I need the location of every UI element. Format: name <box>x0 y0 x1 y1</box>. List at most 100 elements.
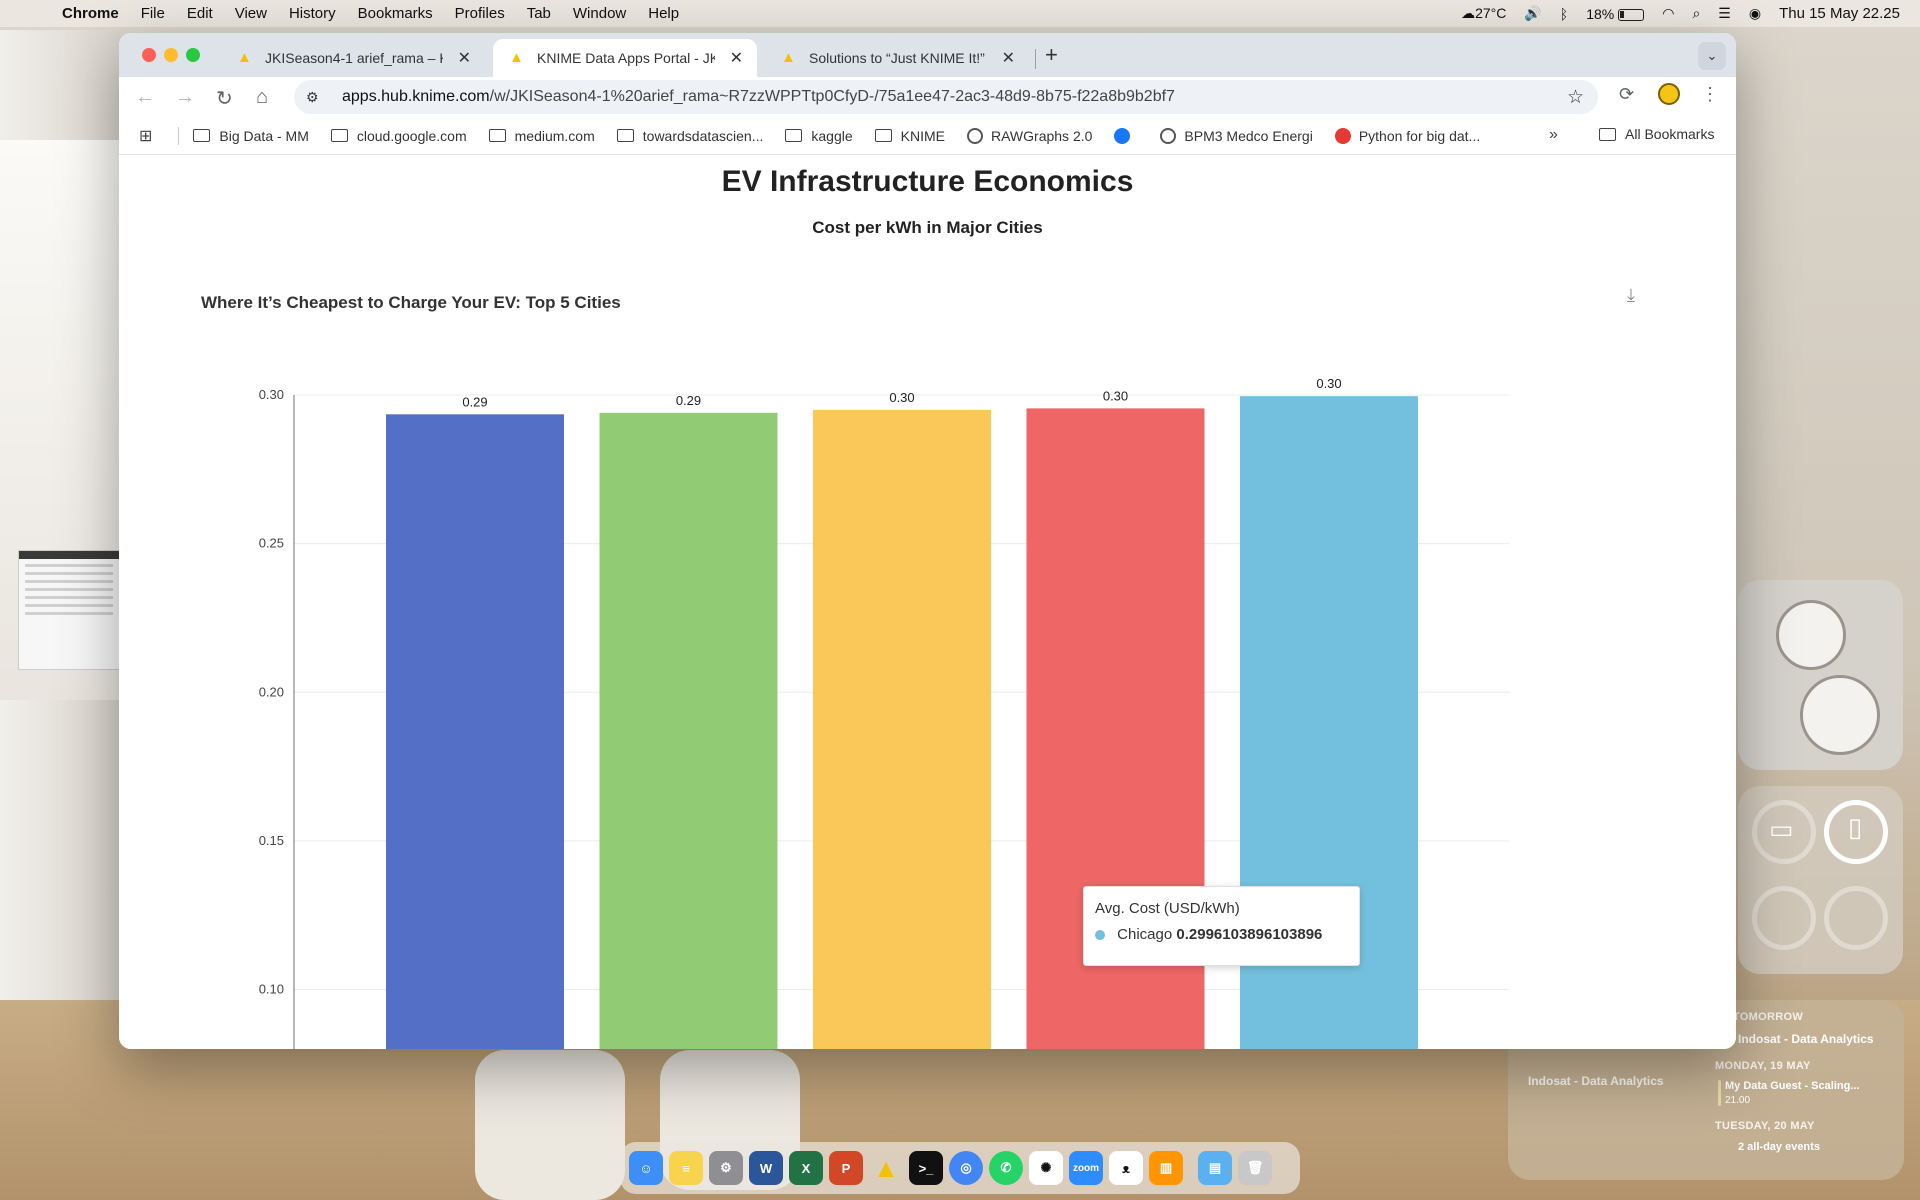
forward-arrow-icon[interactable]: → <box>175 86 195 109</box>
bookmark-facebook[interactable] <box>1114 127 1138 144</box>
tab-jkiseason[interactable]: ▲ JKISeason4-1 arief_rama – KNIME ✕ <box>221 39 485 77</box>
tab-knime-data-apps[interactable]: ▲ KNIME Data Apps Portal - JKISeason4 ✕ <box>493 39 757 77</box>
spotlight-search-icon[interactable]: ⌕ <box>1692 5 1700 22</box>
browser-toolbar: ← → ↻ ⌂ ⚙ apps.hub.knime.com/w/JKISeason… <box>119 77 1736 117</box>
calendar-tomorrow-event: Indosat - Data Analytics <box>1738 1032 1874 1046</box>
menu-window[interactable]: Window <box>573 5 626 22</box>
battery-status[interactable]: 18% <box>1586 6 1645 22</box>
macos-menubar: Chrome File Edit View History Bookmarks … <box>0 0 1920 27</box>
powerpoint-icon[interactable]: P <box>829 1151 863 1185</box>
menubar-clock[interactable]: Thu 15 May 22.25 <box>1779 5 1900 22</box>
calendar-tuesday-event: 2 all-day events <box>1738 1141 1820 1153</box>
finder-icon[interactable]: ☺ <box>629 1151 663 1185</box>
volume-icon[interactable]: 🔊 <box>1524 5 1541 22</box>
extension-icon[interactable]: ⟳ <box>1619 84 1634 105</box>
bookmark-label: kaggle <box>811 127 853 144</box>
terminal-icon[interactable]: >_ <box>909 1151 943 1185</box>
tooltip-series: Avg. Cost (USD/kWh) <box>1095 900 1240 917</box>
notes-icon[interactable]: ≡ <box>669 1151 703 1185</box>
bookmark-folder[interactable]: towardsdatascien... <box>616 128 763 144</box>
minimize-window-button[interactable] <box>164 48 178 62</box>
menu-edit[interactable]: Edit <box>187 5 213 22</box>
address-path: /w/JKISeason4-1%20arief_rama~R7zzWPPTtp0… <box>489 88 1175 105</box>
wifi-icon[interactable]: ◠ <box>1662 5 1674 22</box>
tab-strip: ▲ JKISeason4-1 arief_rama – KNIME ✕ ▲ KN… <box>119 33 1736 77</box>
bar-chart: 0.10 0.15 0.20 0.25 0.30 0.29 0.29 0.30 0.30 0.30 <box>259 376 1509 1049</box>
folder-icon <box>193 129 211 142</box>
tab-search-chevron-icon[interactable]: ⌄ <box>1698 42 1726 70</box>
reload-icon[interactable]: ↻ <box>216 86 233 111</box>
photo-widget[interactable] <box>1738 580 1903 770</box>
address-url[interactable]: apps.hub.knime.com/w/JKISeason4-1%20arie… <box>342 88 1175 106</box>
menu-file[interactable]: File <box>141 5 165 22</box>
zoom-window-button[interactable] <box>186 48 200 62</box>
globe-icon <box>1160 127 1177 144</box>
back-arrow-icon[interactable]: ← <box>135 86 155 109</box>
calendar-today-event: Indosat - Data Analytics <box>1528 1074 1664 1088</box>
page-content: EV Infrastructure Economics Cost per kWh… <box>119 155 1736 1049</box>
chart-bar[interactable] <box>599 412 778 1049</box>
chart-bar[interactable] <box>386 414 564 1049</box>
menu-bookmarks[interactable]: Bookmarks <box>358 5 433 22</box>
all-bookmarks-folder[interactable]: All Bookmarks <box>1599 126 1714 142</box>
chatgpt-icon[interactable]: ✺ <box>1029 1151 1063 1185</box>
weather-icon[interactable]: ☁27°C <box>1461 5 1506 22</box>
word-icon[interactable]: W <box>749 1151 783 1185</box>
tab-solutions[interactable]: ▲ Solutions to “Just KNIME It!” Season 4… <box>765 39 1029 77</box>
menu-app-name[interactable]: Chrome <box>62 5 119 22</box>
profile-avatar[interactable] <box>1658 83 1680 105</box>
menu-profiles[interactable]: Profiles <box>455 5 505 22</box>
close-window-button[interactable] <box>142 48 156 62</box>
site-info-icon[interactable]: ⚙ <box>306 89 328 106</box>
more-bookmarks-chevron-icon[interactable]: » <box>1549 126 1558 144</box>
menu-view[interactable]: View <box>235 5 267 22</box>
bookmark-folder[interactable]: cloud.google.com <box>330 128 467 144</box>
control-center-icon[interactable]: ☰ <box>1718 5 1731 22</box>
trash-icon[interactable]: 🗑 <box>1238 1151 1272 1185</box>
all-bookmarks-label: All Bookmarks <box>1625 126 1715 142</box>
downloads-folder-icon[interactable]: ▤ <box>1198 1151 1232 1185</box>
address-bar[interactable]: ⚙ apps.hub.knime.com/w/JKISeason4-1%20ar… <box>294 80 1598 114</box>
bookmark-site[interactable]: Python for big dat... <box>1334 127 1481 144</box>
bookmark-folder[interactable]: medium.com <box>488 128 595 144</box>
system-settings-icon[interactable]: ⚙ <box>709 1151 743 1185</box>
menu-help[interactable]: Help <box>648 5 679 22</box>
bookmark-folder[interactable]: KNIME <box>874 128 945 144</box>
bookmark-folder[interactable]: Big Data - MM <box>193 128 309 144</box>
menu-tab[interactable]: Tab <box>527 5 551 22</box>
bookmark-star-icon[interactable]: ☆ <box>1567 86 1584 109</box>
siri-icon[interactable]: ◉ <box>1749 5 1761 22</box>
menu-history[interactable]: History <box>289 5 336 22</box>
globe-icon <box>967 127 983 144</box>
books-icon[interactable]: ▥ <box>1149 1151 1183 1185</box>
tooltip-category: Chicago <box>1117 926 1173 943</box>
bookmark-site[interactable]: RAWGraphs 2.0 <box>967 127 1092 144</box>
chart-bar[interactable] <box>813 409 991 1049</box>
chrome-icon[interactable]: ◎ <box>949 1151 983 1185</box>
excel-icon[interactable]: X <box>789 1151 823 1185</box>
bookmark-folder[interactable]: kaggle <box>785 127 853 144</box>
new-tab-plus-icon[interactable]: + <box>1045 42 1058 68</box>
y-tick-label: 0.30 <box>259 387 284 402</box>
tab-close-icon[interactable]: ✕ <box>458 48 471 68</box>
apps-grid-icon[interactable]: ⊞ <box>139 126 152 146</box>
knime-logo-icon: ▲ <box>509 49 524 66</box>
zoom-icon[interactable]: zoom <box>1069 1151 1103 1185</box>
home-icon[interactable]: ⌂ <box>256 86 268 109</box>
tooltip-color-dot <box>1095 930 1105 941</box>
calendar-monday-event: My Data Guest - Scaling... <box>1725 1080 1860 1092</box>
bookmark-label: BPM3 Medco Energi <box>1184 127 1313 144</box>
tab-close-icon[interactable]: ✕ <box>1002 48 1015 68</box>
bookmark-site[interactable]: BPM3 Medco Energi <box>1160 127 1313 144</box>
calendar-tuesday-header: TUESDAY, 20 MAY <box>1715 1120 1815 1132</box>
more-menu-icon[interactable]: ⋮ <box>1701 84 1719 105</box>
ollama-icon[interactable]: ᴥ <box>1109 1151 1143 1185</box>
knime-icon[interactable]: ▲ <box>869 1151 903 1185</box>
bluetooth-icon[interactable]: ᛒ <box>1560 6 1568 22</box>
tab-close-icon[interactable]: ✕ <box>730 48 743 68</box>
stage-manager-thumbnail[interactable] <box>18 550 120 670</box>
bookmark-label: Python for big dat... <box>1358 127 1481 144</box>
whatsapp-icon[interactable]: ✆ <box>989 1151 1023 1185</box>
folder-icon <box>1599 127 1616 141</box>
batteries-widget[interactable]: ▭ ▯ <box>1738 786 1903 974</box>
